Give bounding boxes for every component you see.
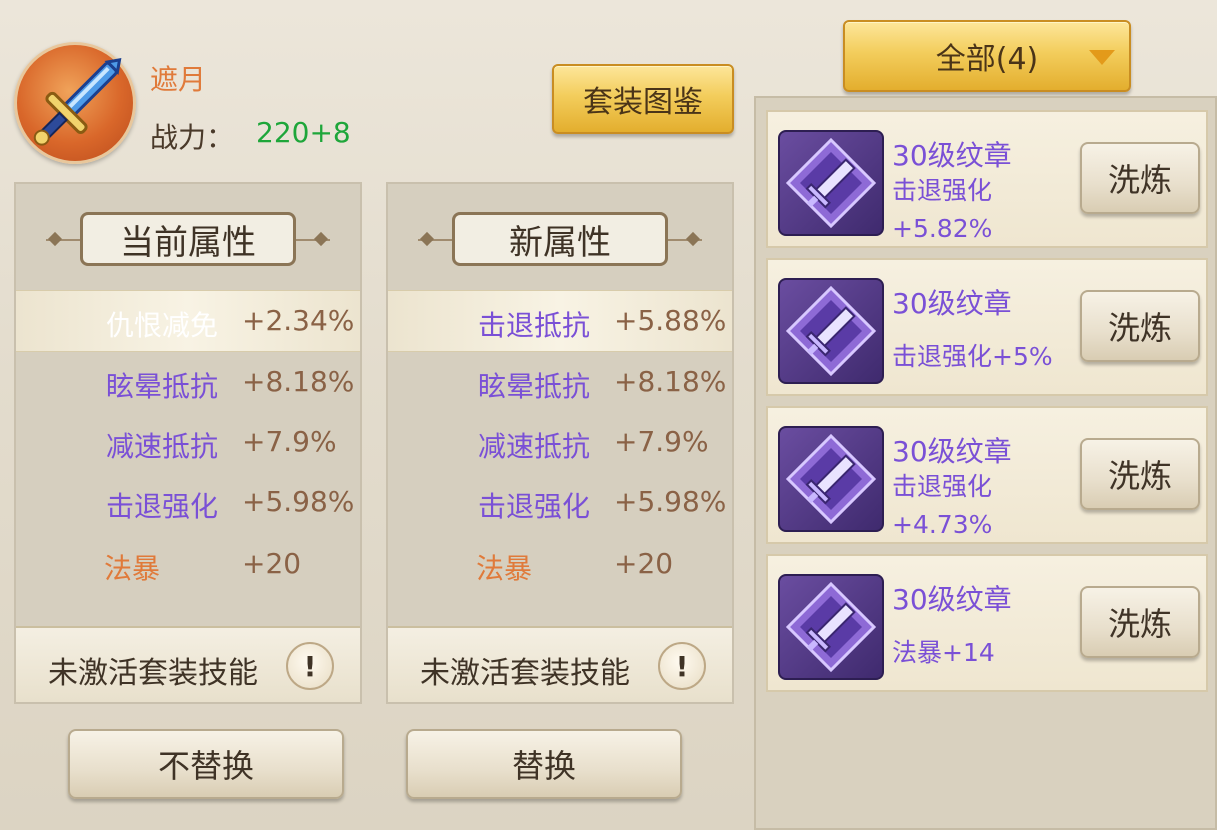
filter-label: 全部(4) [935,42,1039,77]
attr-name: 法暴 [475,552,532,585]
attr-name: 减速抵抗 [105,430,218,463]
attr-value: +8.18% [242,365,355,398]
info-button[interactable]: ! [286,642,334,690]
item-attribute: 击退强化+5% [892,342,1053,371]
attr-row: 击退强化 +5.98% [388,472,732,532]
item-title: 30级纹章 [892,435,1012,468]
item-title: 30级纹章 [892,287,1012,320]
attr-value: +5.98% [614,485,727,518]
sword-icon [33,58,122,146]
attr-name: 眩晕抵抗 [105,370,218,403]
no-replace-label: 不替换 [157,747,254,785]
emblem-sword-icon [778,426,884,532]
diamond-ornament-icon [47,231,63,247]
attr-name: 法暴 [103,552,160,585]
suit-skill-bar: 未激活套装技能 ! [16,626,360,702]
attr-value: +7.9% [614,425,709,458]
attr-value: +2.34% [242,304,355,337]
attr-value: +5.98% [242,485,355,518]
replace-label: 替换 [511,747,576,785]
refine-label: 洗炼 [1107,161,1172,199]
emblem-sword-icon [778,278,884,384]
attr-row: 仇恨减免 +2.34% [16,290,360,352]
attr-row: 减速抵抗 +7.9% [388,412,732,472]
attr-value: +8.18% [614,365,727,398]
refine-button[interactable]: 洗炼 [1080,438,1200,510]
emblem-sword-icon [778,130,884,236]
attr-row: 击退强化 +5.98% [16,472,360,532]
emblem-item[interactable]: 30级纹章 击退强化+4.73% 洗炼 [766,406,1208,544]
panel-header: 新属性 [388,210,732,270]
attr-name: 眩晕抵抗 [477,370,590,403]
power-value: 220+8 [256,116,351,149]
diamond-ornament-icon [685,231,701,247]
avatar [14,42,136,164]
refine-label: 洗炼 [1107,309,1172,347]
attr-name: 击退抵抗 [477,309,590,342]
emblem-sword-icon [778,574,884,680]
no-replace-button[interactable]: 不替换 [68,729,344,799]
refine-label: 洗炼 [1107,457,1172,495]
suit-gallery-label: 套装图鉴 [583,85,703,120]
replace-button[interactable]: 替换 [406,729,682,799]
emblem-item[interactable]: 30级纹章 击退强化+5% 洗炼 [766,258,1208,396]
item-attribute: 法暴+14 [892,638,995,667]
power-label: 战力： [150,121,235,154]
diamond-ornament-icon [419,231,435,247]
suit-gallery-button[interactable]: 套装图鉴 [552,64,734,134]
attr-value: +7.9% [242,425,337,458]
emblem-item[interactable]: 30级纹章 击退强化+5.82% 洗炼 [766,110,1208,248]
panel-title: 当前属性 [80,212,296,266]
item-title: 30级纹章 [892,139,1012,172]
attr-value: +20 [242,547,302,580]
chevron-down-icon [1089,50,1115,65]
attr-row: 眩晕抵抗 +8.18% [388,352,732,412]
refine-button[interactable]: 洗炼 [1080,290,1200,362]
current-attributes-panel: 当前属性 仇恨减免 +2.34% 眩晕抵抗 +8.18% 减速抵抗 +7.9% … [14,182,362,704]
refine-button[interactable]: 洗炼 [1080,142,1200,214]
suit-skill-bar: 未激活套装技能 ! [388,626,732,702]
suit-skill-label: 未激活套装技能 [48,656,258,691]
attr-row: 法暴 +20 [388,534,732,594]
emblem-item[interactable]: 30级纹章 法暴+14 洗炼 [766,554,1208,692]
attr-value: +20 [614,547,674,580]
refine-button[interactable]: 洗炼 [1080,586,1200,658]
panel-title: 新属性 [452,212,668,266]
attr-row: 减速抵抗 +7.9% [16,412,360,472]
attr-row: 眩晕抵抗 +8.18% [16,352,360,412]
attr-row: 击退抵抗 +5.88% [388,290,732,352]
attr-name: 仇恨减免 [105,309,218,342]
item-attribute: 击退强化+4.73% [892,472,993,539]
exclamation-icon: ! [675,649,689,683]
attr-value: +5.88% [614,304,727,337]
new-attributes-panel: 新属性 击退抵抗 +5.88% 眩晕抵抗 +8.18% 减速抵抗 +7.9% 击… [386,182,734,704]
filter-dropdown[interactable]: 全部(4) [843,20,1131,92]
attr-row: 法暴 +20 [16,534,360,594]
item-title: 30级纹章 [892,583,1012,616]
refine-label: 洗炼 [1107,605,1172,643]
info-button[interactable]: ! [658,642,706,690]
character-name: 遮月 [150,63,207,96]
attr-name: 击退强化 [477,490,590,523]
attr-name: 击退强化 [105,490,218,523]
diamond-ornament-icon [313,231,329,247]
suit-skill-label: 未激活套装技能 [420,656,630,691]
panel-header: 当前属性 [16,210,360,270]
item-attribute: 击退强化+5.82% [892,176,993,243]
exclamation-icon: ! [303,649,317,683]
attr-name: 减速抵抗 [477,430,590,463]
